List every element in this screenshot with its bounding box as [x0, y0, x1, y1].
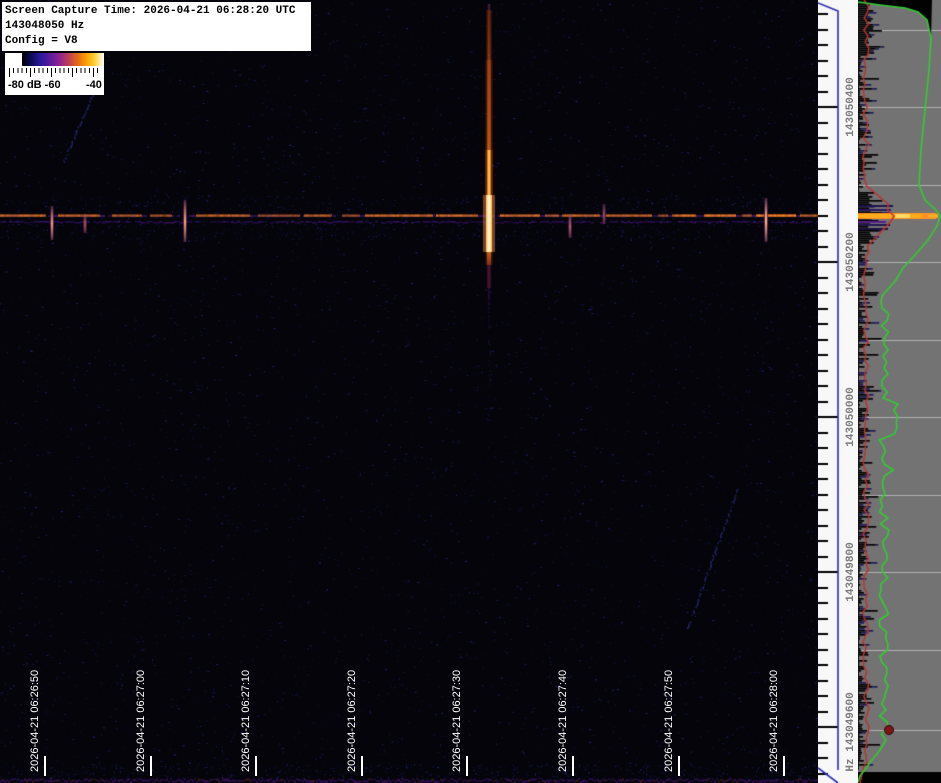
- time-label: 2026-04-21 06:27:10: [240, 669, 252, 772]
- legend-labels: -80 dB -60 -40: [5, 79, 104, 93]
- color-scale-legend: -80 dB -60 -40: [5, 53, 104, 95]
- time-tick: [678, 756, 680, 776]
- frequency-label: 143050000: [845, 387, 857, 447]
- frequency-label: 143050200: [845, 232, 857, 292]
- capture-time-text: Screen Capture Time: 2026-04-21 06:28:20…: [5, 5, 296, 17]
- frequency-label: 143050400: [845, 77, 857, 137]
- time-label: 2026-04-21 06:27:40: [557, 669, 569, 772]
- time-label: 2026-04-21 06:27:50: [663, 669, 675, 772]
- legend-db-label-left: -80 dB -60: [8, 79, 61, 91]
- spectrum-panel: [858, 0, 941, 783]
- time-tick: [150, 756, 152, 776]
- frequency-unit-label: Hz: [845, 758, 857, 772]
- frequency-label: 143049800: [845, 542, 857, 602]
- waterfall-display: [0, 0, 818, 783]
- time-tick: [572, 756, 574, 776]
- time-label: 2026-04-21 06:26:50: [29, 669, 41, 772]
- time-tick: [44, 756, 46, 776]
- time-tick: [255, 756, 257, 776]
- time-tick: [466, 756, 468, 776]
- legend-db-label-right: -40: [86, 79, 102, 91]
- legend-major-ticks: [9, 68, 101, 77]
- spectrogram-app-window: Screen Capture Time: 2026-04-21 06:28:20…: [0, 0, 941, 783]
- time-tick: [783, 756, 785, 776]
- time-label: 2026-04-21 06:27:00: [135, 669, 147, 772]
- time-label: 2026-04-21 06:28:00: [768, 669, 780, 772]
- time-tick: [361, 756, 363, 776]
- capture-frequency-text: 143048050 Hz: [5, 20, 85, 32]
- time-label: 2026-04-21 06:27:30: [451, 669, 463, 772]
- capture-info-box: Screen Capture Time: 2026-04-21 06:28:20…: [2, 2, 311, 51]
- config-text: Config = V8: [5, 35, 78, 47]
- colormap-gradient-bar: [22, 53, 104, 66]
- frequency-label: 143049600: [845, 692, 857, 752]
- time-label: 2026-04-21 06:27:20: [346, 669, 358, 772]
